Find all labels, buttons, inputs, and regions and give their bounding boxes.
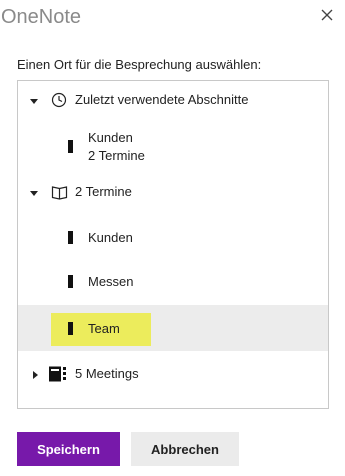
section-marker-icon bbox=[68, 322, 73, 335]
section-marker-icon bbox=[68, 275, 73, 288]
location-tree[interactable]: Zuletzt verwendete Abschnitte Kunden 2 T… bbox=[17, 80, 329, 409]
section-marker-icon bbox=[68, 140, 73, 153]
tree-item-recent-kunden[interactable]: Kunden 2 Termine bbox=[18, 127, 328, 167]
clock-icon bbox=[51, 92, 67, 108]
tree-item-section-kunden[interactable]: Kunden bbox=[18, 225, 328, 251]
tree-node-label: 2 Termine bbox=[75, 184, 132, 199]
tree-node-recent-sections[interactable]: Zuletzt verwendete Abschnitte bbox=[18, 89, 328, 113]
expand-triangle-icon[interactable] bbox=[30, 97, 38, 105]
tree-item-section-team[interactable]: Team bbox=[18, 305, 328, 351]
expand-triangle-icon[interactable] bbox=[30, 189, 38, 197]
close-icon[interactable] bbox=[318, 6, 336, 24]
section-label: Kunden bbox=[88, 130, 133, 145]
book-icon bbox=[51, 186, 68, 200]
collapsed-triangle-icon[interactable] bbox=[31, 371, 39, 379]
notebook-icon bbox=[49, 366, 61, 382]
section-label: Kunden bbox=[88, 230, 133, 245]
section-label: Messen bbox=[88, 274, 134, 289]
notebook-tabs-icon bbox=[63, 367, 66, 380]
tree-node-label: 5 Meetings bbox=[75, 366, 139, 381]
section-label: Team bbox=[88, 321, 120, 336]
cancel-button[interactable]: Abbrechen bbox=[131, 432, 239, 466]
tree-item-section-messen[interactable]: Messen bbox=[18, 269, 328, 295]
tree-node-label: Zuletzt verwendete Abschnitte bbox=[75, 92, 249, 107]
tree-node-notebook-5-meetings[interactable]: 5 Meetings bbox=[18, 363, 328, 387]
location-prompt: Einen Ort für die Besprechung auswählen: bbox=[17, 57, 262, 72]
section-marker-icon bbox=[68, 231, 73, 244]
tree-node-notebook-2-termine[interactable]: 2 Termine bbox=[18, 181, 328, 205]
dialog-title: OneNote bbox=[1, 6, 82, 28]
section-notebook-label: 2 Termine bbox=[88, 148, 145, 163]
save-button[interactable]: Speichern bbox=[17, 432, 120, 466]
